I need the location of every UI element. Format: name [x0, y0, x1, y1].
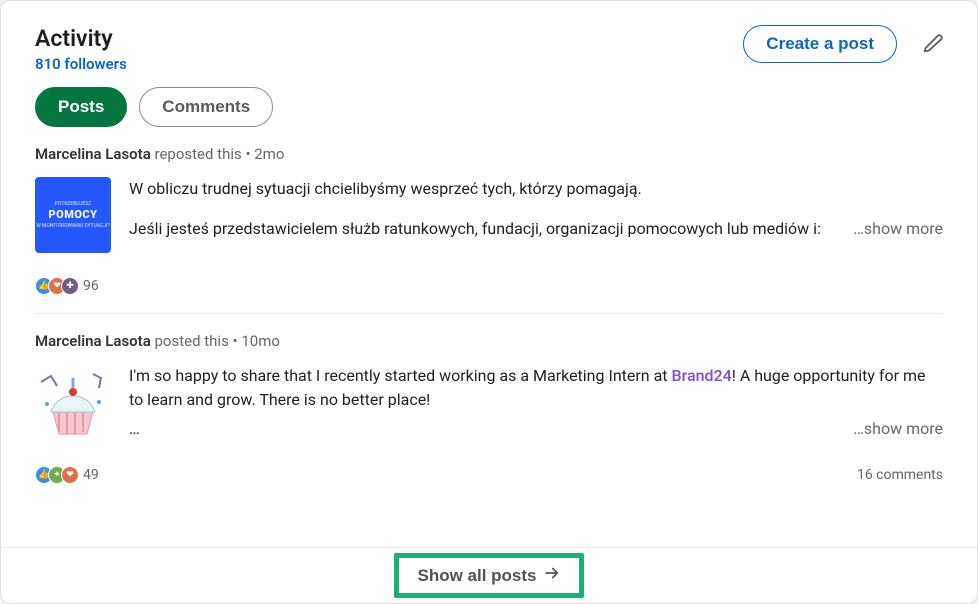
section-title: Activity: [35, 25, 127, 53]
edit-button[interactable]: [919, 28, 949, 61]
card-footer: Show all posts: [1, 547, 977, 603]
arrow-right-icon: [543, 564, 561, 587]
post-text: I'm so happy to share that I recently st…: [129, 364, 943, 442]
post-time: 2mo: [254, 145, 284, 163]
reactions[interactable]: 👍 ✦ ❤ 49: [35, 466, 99, 484]
comments-count-link[interactable]: 16 comments: [857, 467, 943, 483]
divider: [35, 313, 943, 314]
love-icon: ❤: [61, 466, 79, 484]
header-actions: Create a post: [743, 25, 949, 63]
activity-header: Activity 810 followers Create a post: [1, 1, 977, 73]
feed-item: Marcelina Lasota reposted this • 2mo POT…: [35, 145, 943, 314]
feed-item: Marcelina Lasota posted this • 10mo: [35, 332, 943, 502]
create-post-button[interactable]: Create a post: [743, 25, 897, 63]
show-more-button[interactable]: …show more: [853, 417, 943, 442]
show-all-posts-button[interactable]: Show all posts: [417, 564, 560, 587]
reaction-count: 96: [83, 278, 99, 294]
post-time: 10mo: [241, 332, 280, 350]
reactions[interactable]: 👍 ❤ ✚ 96: [35, 277, 99, 295]
reaction-count: 49: [83, 467, 99, 483]
post-thumbnail: [35, 364, 111, 440]
post-meta: Marcelina Lasota posted this • 10mo: [35, 332, 943, 350]
tab-posts[interactable]: Posts: [35, 87, 127, 127]
post-social: 👍 ❤ ✚ 96: [35, 253, 943, 313]
post-body[interactable]: I'm so happy to share that I recently st…: [35, 364, 943, 442]
tab-comments[interactable]: Comments: [139, 87, 273, 127]
post-body[interactable]: POTRZEBUJESZ POMOCY W MONITOROWANIU SYTU…: [35, 177, 943, 253]
post-text: W obliczu trudnej sytuacji chcielibyśmy …: [129, 177, 943, 253]
post-author[interactable]: Marcelina Lasota: [35, 145, 151, 163]
post-social: 👍 ✦ ❤ 49 16 comments: [35, 442, 943, 502]
activity-feed: Marcelina Lasota reposted this • 2mo POT…: [1, 145, 977, 502]
post-thumbnail: POTRZEBUJESZ POMOCY W MONITOROWANIU SYTU…: [35, 177, 111, 253]
support-icon: ✚: [61, 277, 79, 295]
activity-card: Activity 810 followers Create a post Pos…: [0, 0, 978, 604]
title-block: Activity 810 followers: [35, 25, 127, 73]
followers-link[interactable]: 810 followers: [35, 55, 127, 73]
highlight-box: Show all posts: [394, 553, 583, 598]
brand-link[interactable]: Brand24: [672, 366, 732, 385]
activity-tabs: Posts Comments: [1, 73, 977, 145]
post-author[interactable]: Marcelina Lasota: [35, 332, 151, 350]
pencil-icon: [923, 42, 945, 57]
post-meta: Marcelina Lasota reposted this • 2mo: [35, 145, 943, 163]
show-more-button[interactable]: …show more: [853, 217, 943, 242]
